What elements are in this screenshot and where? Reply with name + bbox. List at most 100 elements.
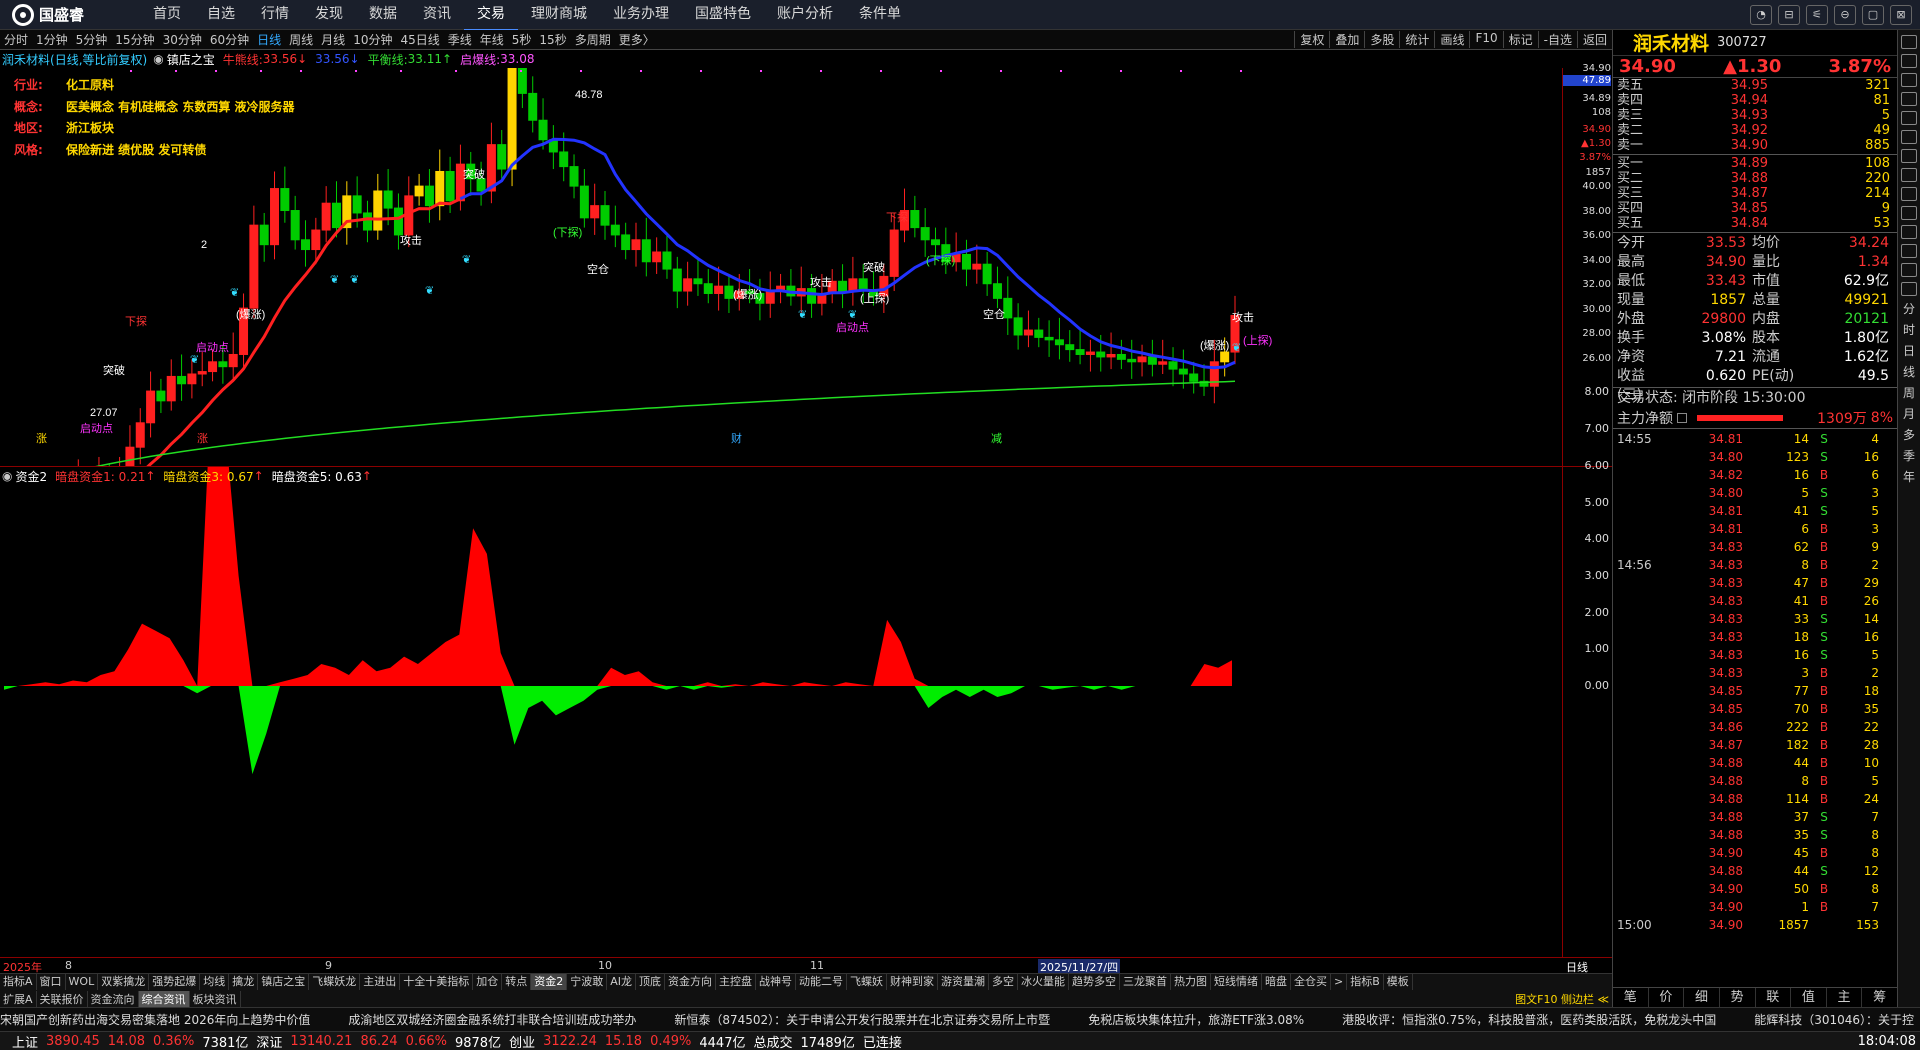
menu-item-6[interactable]: 交易 xyxy=(464,0,518,31)
indicator-tab[interactable]: 模板 xyxy=(1384,974,1413,990)
indicator-tab[interactable]: 加仓 xyxy=(473,974,503,990)
indicator-tab[interactable]: 宁波敢 xyxy=(567,974,608,990)
sell-row[interactable]: 卖二 34.92 49 xyxy=(1613,123,1897,138)
info-tab[interactable]: 综合资讯 xyxy=(138,990,190,1007)
quote-tab[interactable]: 细 xyxy=(1684,988,1720,1007)
brand-logo[interactable]: 国盛睿 xyxy=(0,3,140,26)
tick-list[interactable]: 14:55 34.81 14 S 4 34.80 123 S 16 34.82 16 B 6 34.80 5… xyxy=(1613,430,1897,934)
indicator-tab[interactable]: 财神到家 xyxy=(887,974,938,990)
indicator-tab[interactable]: 指标A xyxy=(0,974,37,990)
chart-tool-button[interactable]: 返回 xyxy=(1576,31,1612,48)
indicator-tab[interactable]: 飞蝶妖 xyxy=(847,974,887,990)
period-tab[interactable]: 年线 xyxy=(476,31,508,48)
period-tab[interactable]: 15分钟 xyxy=(111,31,158,48)
sidebar-period[interactable]: 周 xyxy=(1898,384,1920,401)
chart-tool-button[interactable]: F10 xyxy=(1469,31,1502,48)
indicator-tab[interactable]: 镇店之宝 xyxy=(258,974,310,990)
sidebar-period[interactable]: 线 xyxy=(1898,363,1920,380)
period-tab[interactable]: 15秒 xyxy=(535,31,570,48)
news-item[interactable]: 成渝地区双城经济圈金融系统打非联合培训班成功举办 xyxy=(348,1011,636,1028)
news-item[interactable]: 宋朝国产创新药出海交易密集落地 2026年向上趋势中价值 xyxy=(0,1011,310,1028)
indicator-tab[interactable]: > xyxy=(1331,974,1348,990)
period-tab[interactable]: 5秒 xyxy=(508,31,536,48)
sidebar-period[interactable]: 月 xyxy=(1898,405,1920,422)
buy-row[interactable]: 买三 34.87 214 xyxy=(1613,186,1897,201)
indicator-name[interactable]: 镇店之宝 xyxy=(167,51,215,68)
indicator-tab[interactable]: 多空 xyxy=(989,974,1018,990)
period-tab[interactable]: 更多〉 xyxy=(615,31,659,48)
sidebar-tool-icon[interactable] xyxy=(1901,35,1917,49)
window-control-icon[interactable]: ⊠ xyxy=(1890,4,1912,25)
period-tab[interactable]: 60分钟 xyxy=(206,31,253,48)
stock-name[interactable]: 润禾材料 xyxy=(2,51,50,68)
indicator-tab[interactable]: 资金2 xyxy=(531,974,568,990)
indicator-tab[interactable]: 全仓买 xyxy=(1291,974,1331,990)
indicator-tab[interactable]: WOL xyxy=(66,974,99,990)
sidebar-toggle[interactable]: 图文F10 侧边栏 ≪ xyxy=(1512,991,1612,1007)
indicator-tab[interactable]: 资金方向 xyxy=(665,974,716,990)
indicator-tab[interactable]: 趋势多空 xyxy=(1069,974,1120,990)
period-tab[interactable]: 周线 xyxy=(285,31,317,48)
window-control-icon[interactable]: ⊖ xyxy=(1834,4,1856,25)
indicator-tab[interactable]: 暗盘 xyxy=(1262,974,1291,990)
quote-tab[interactable]: 价 xyxy=(1649,988,1685,1007)
indicator-tab[interactable]: 短线情绪 xyxy=(1211,974,1262,990)
info-tab[interactable]: 资金流向 xyxy=(88,990,139,1007)
indicator-tab[interactable]: 动能二号 xyxy=(796,974,847,990)
indicator-tab[interactable]: 双紫擒龙 xyxy=(98,974,150,990)
indicator-tab[interactable]: 三龙聚首 xyxy=(1120,974,1171,990)
menu-item-8[interactable]: 业务办理 xyxy=(600,0,682,31)
chart-tool-button[interactable]: 画线 xyxy=(1434,31,1469,48)
sidebar-tool-icon[interactable] xyxy=(1901,73,1917,87)
sell-row[interactable]: 卖五 34.95 321 xyxy=(1613,78,1897,93)
quote-tab[interactable]: 主 xyxy=(1827,988,1863,1007)
chart-tool-button[interactable]: 多股 xyxy=(1364,31,1399,48)
news-item[interactable]: 免税店板块集体拉升，旅游ETF涨3.08% xyxy=(1088,1011,1304,1028)
window-control-icon[interactable]: ⊟ xyxy=(1778,4,1800,25)
period-tab[interactable]: 45日线 xyxy=(396,31,443,48)
quote-tab[interactable]: 值 xyxy=(1791,988,1827,1007)
period-tab[interactable]: 季线 xyxy=(444,31,476,48)
quote-tab[interactable]: 笔 xyxy=(1613,988,1649,1007)
menu-item-11[interactable]: 条件单 xyxy=(846,0,914,31)
indicator-tab[interactable]: 窗口 xyxy=(37,974,66,990)
sidebar-tool-icon[interactable] xyxy=(1901,111,1917,125)
period-tab[interactable]: 分时 xyxy=(0,31,32,48)
indicator-tab[interactable]: 游资量潮 xyxy=(938,974,989,990)
settings-icon[interactable]: ◉ xyxy=(153,52,163,66)
period-tab[interactable]: 日线 xyxy=(253,31,285,48)
indicator-tab[interactable]: 转点 xyxy=(502,974,532,990)
sidebar-tool-icon[interactable] xyxy=(1901,92,1917,106)
indicator-tab[interactable]: AI龙 xyxy=(607,974,636,990)
sidebar-tool-icon[interactable] xyxy=(1901,244,1917,258)
indicator-tab[interactable]: 飞蝶妖龙 xyxy=(309,974,361,990)
menu-item-9[interactable]: 国盛特色 xyxy=(682,0,764,31)
sidebar-period[interactable]: 年 xyxy=(1898,468,1920,485)
period-tab[interactable]: 1分钟 xyxy=(32,31,72,48)
period-tab[interactable]: 5分钟 xyxy=(72,31,112,48)
chart-tool-button[interactable]: 叠加 xyxy=(1329,31,1364,48)
sidebar-tool-icon[interactable] xyxy=(1901,130,1917,144)
info-tab[interactable]: 板块资讯 xyxy=(190,990,241,1007)
buy-row[interactable]: 买四 34.85 9 xyxy=(1613,201,1897,216)
indicator-tab[interactable]: 主进出 xyxy=(360,974,401,990)
menu-item-7[interactable]: 理财商城 xyxy=(518,0,600,31)
quote-tab[interactable]: 筹 xyxy=(1862,988,1898,1007)
sell-row[interactable]: 卖一 34.90 885 xyxy=(1613,138,1897,153)
menu-item-5[interactable]: 资讯 xyxy=(410,0,464,31)
indicator-tab[interactable]: 冰火量能 xyxy=(1018,974,1069,990)
period-tab[interactable]: 多周期 xyxy=(571,31,615,48)
buy-row[interactable]: 买五 34.84 53 xyxy=(1613,216,1897,231)
news-item[interactable]: 新恒泰（874502）：关于申请公开发行股票并在北京证券交易所上市暨 xyxy=(674,1011,1050,1028)
menu-item-10[interactable]: 账户分析 xyxy=(764,0,846,31)
menu-item-1[interactable]: 自选 xyxy=(194,0,248,31)
indicator2-name[interactable]: 资金2 xyxy=(15,468,47,485)
collapse-icon[interactable] xyxy=(1677,412,1687,423)
settings-icon[interactable]: ◉ xyxy=(2,469,12,483)
indicator-tab[interactable]: 主控盘 xyxy=(716,974,756,990)
sell-row[interactable]: 卖四 34.94 81 xyxy=(1613,93,1897,108)
chart-tool-button[interactable]: 统计 xyxy=(1399,31,1434,48)
sidebar-tool-icon[interactable] xyxy=(1901,282,1917,296)
quote-tab[interactable]: 势 xyxy=(1720,988,1756,1007)
quote-tab[interactable]: 联 xyxy=(1756,988,1792,1007)
